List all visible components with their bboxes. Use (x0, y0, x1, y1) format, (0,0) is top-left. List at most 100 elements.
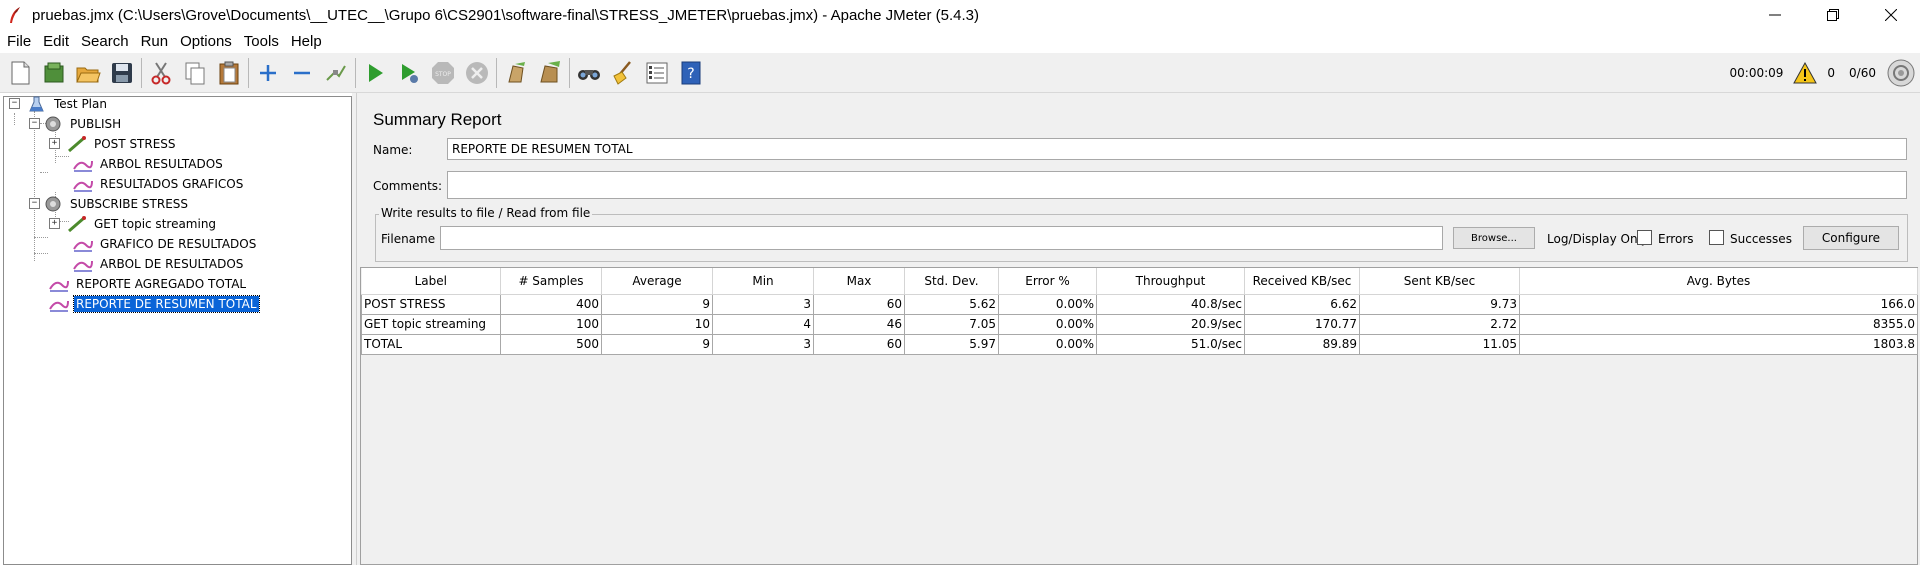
successes-checkbox[interactable] (1709, 230, 1724, 245)
start-button[interactable] (358, 56, 392, 90)
restore-button[interactable] (1804, 0, 1862, 30)
name-field[interactable]: REPORTE DE RESUMEN TOTAL (447, 138, 1907, 160)
configure-button[interactable]: Configure (1803, 226, 1899, 250)
listener-icon (73, 180, 93, 192)
toggle-button[interactable] (319, 56, 353, 90)
help-button[interactable]: ? (674, 56, 708, 90)
open-button[interactable] (71, 56, 105, 90)
column-header-avg-bytes[interactable]: Avg. Bytes (1519, 268, 1918, 295)
menu-run[interactable]: Run (138, 33, 175, 50)
close-button[interactable] (1862, 0, 1920, 30)
expand-button[interactable] (251, 56, 285, 90)
table-row[interactable]: GET topic streaming 100 10 4 46 7.05 0.0… (361, 313, 1918, 335)
table-cell: 7.05 (904, 313, 999, 335)
table-cell: 170.77 (1244, 313, 1360, 335)
menu-tools[interactable]: Tools (241, 33, 285, 50)
column-header-min[interactable]: Min (712, 268, 814, 295)
tree-node-get-topic-streaming[interactable]: + GET topic streaming (46, 215, 218, 233)
tree-node-publish[interactable]: − PUBLISH (26, 115, 123, 133)
table-cell: 0.00% (998, 293, 1097, 315)
menu-file[interactable]: File (4, 33, 37, 50)
copy-button[interactable] (178, 56, 212, 90)
table-cell: 11.05 (1359, 333, 1520, 355)
tree-node-resultados-graficos[interactable]: RESULTADOS GRAFICOS (72, 175, 245, 193)
column-header-std-dev[interactable]: Std. Dev. (904, 268, 999, 295)
collapse-toggle[interactable]: − (29, 118, 40, 129)
column-header-max[interactable]: Max (813, 268, 905, 295)
elapsed-time: 00:00:09 (1729, 66, 1784, 80)
browse-button[interactable]: Browse... (1453, 227, 1535, 249)
tree-node-subscribe-stress[interactable]: − SUBSCRIBE STRESS (26, 195, 190, 213)
column-header-label[interactable]: Label (361, 268, 501, 295)
column-header-error-percent[interactable]: Error % (998, 268, 1097, 295)
tree-node-arbol-de-resultados[interactable]: ARBOL DE RESULTADOS (72, 255, 245, 273)
column-header-received-kb-sec[interactable]: Received KB/sec (1244, 268, 1360, 295)
start-no-pauses-button[interactable] (392, 56, 426, 90)
table-cell: 51.0/sec (1096, 333, 1245, 355)
function-helper-button[interactable] (640, 56, 674, 90)
table-cell: 4 (712, 313, 814, 335)
tree-connector (40, 172, 48, 173)
table-cell: 3 (712, 333, 814, 355)
svg-text:?: ? (687, 66, 694, 82)
column-header-average[interactable]: Average (601, 268, 713, 295)
tree-node-grafico-de-resultados[interactable]: GRAFICO DE RESULTADOS (72, 235, 258, 253)
table-cell: 400 (500, 293, 602, 315)
open-icon (76, 67, 101, 82)
table-cell: 60 (813, 293, 905, 315)
start-icon (369, 63, 383, 82)
clear-all-button[interactable] (533, 56, 567, 90)
table-cell: 166.0 (1519, 293, 1918, 315)
filename-field[interactable] (440, 226, 1443, 250)
minimize-button[interactable] (1746, 0, 1804, 30)
tree-node-arbol-resultados[interactable]: ARBOL RESULTADOS (72, 155, 225, 173)
collapse-icon (294, 71, 310, 74)
stop-button[interactable]: STOP (426, 56, 460, 90)
comments-field[interactable] (447, 171, 1907, 199)
table-cell: 40.8/sec (1096, 293, 1245, 315)
tree-node-post-stress[interactable]: + POST STRESS (46, 135, 178, 153)
tree-connector (34, 111, 35, 261)
errors-label: Errors (1658, 232, 1694, 246)
collapse-button[interactable] (285, 56, 319, 90)
table-row[interactable]: TOTAL 500 9 3 60 5.97 0.00% 51.0/sec 89.… (361, 333, 1918, 355)
table-cell: 60 (813, 333, 905, 355)
expand-toggle[interactable]: + (49, 218, 60, 229)
paste-button[interactable] (212, 56, 246, 90)
clear-button[interactable] (499, 56, 533, 90)
thread-group-icon (45, 116, 61, 132)
window-title: pruebas.jmx (C:\Users\Grove\Documents\__… (32, 6, 980, 24)
warning-icon[interactable] (1793, 62, 1818, 84)
shutdown-button[interactable] (460, 56, 494, 90)
menu-help[interactable]: Help (288, 33, 328, 50)
templates-icon (44, 62, 64, 82)
save-button[interactable] (105, 56, 139, 90)
search-button[interactable] (572, 56, 606, 90)
collapse-toggle[interactable]: − (29, 198, 40, 209)
menu-edit[interactable]: Edit (40, 33, 75, 50)
column-header-samples[interactable]: # Samples (500, 268, 602, 295)
tree-node-reporte-agregado-total[interactable]: REPORTE AGREGADO TOTAL (48, 275, 248, 293)
errors-checkbox[interactable] (1637, 230, 1652, 245)
close-icon (1885, 9, 1897, 21)
column-header-sent-kb-sec[interactable]: Sent KB/sec (1359, 268, 1520, 295)
reset-search-button[interactable] (606, 56, 640, 90)
sampler-icon (68, 136, 86, 153)
expand-toggle[interactable]: + (49, 138, 60, 149)
menu-search[interactable]: Search (78, 33, 135, 50)
table-cell: 5.97 (904, 333, 999, 355)
new-button[interactable] (3, 56, 37, 90)
tree-node-reporte-de-resumen-total[interactable]: REPORTE DE RESUMEN TOTAL (48, 295, 260, 313)
templates-button[interactable] (37, 56, 71, 90)
expand-icon (260, 64, 276, 81)
cut-button[interactable] (144, 56, 178, 90)
table-cell: 8355.0 (1519, 313, 1918, 335)
column-header-throughput[interactable]: Throughput (1096, 268, 1245, 295)
menu-options[interactable]: Options (177, 33, 238, 50)
table-row[interactable]: POST STRESS 400 9 3 60 5.62 0.00% 40.8/s… (361, 293, 1918, 315)
table-cell: 6.62 (1244, 293, 1360, 315)
help-icon: ? (681, 61, 701, 84)
collapse-toggle[interactable]: − (9, 98, 20, 109)
tree-node-test-plan[interactable]: − Test Plan (6, 95, 109, 113)
test-plan-tree[interactable]: − Test Plan − PUBLISH + POST STRESS ARBO… (3, 96, 352, 565)
